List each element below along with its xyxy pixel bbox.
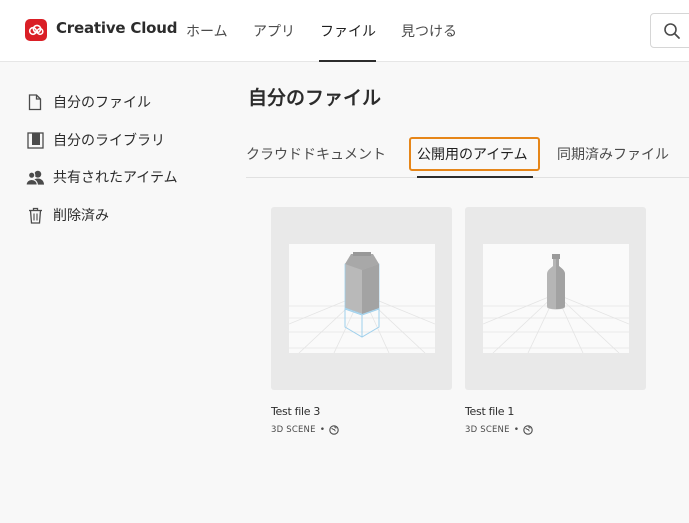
- page-title: 自分のファイル: [248, 87, 382, 109]
- file-meta: 3D SCENE •: [465, 425, 533, 435]
- published-globe-icon: [329, 425, 339, 435]
- nav-apps[interactable]: アプリ: [253, 21, 295, 41]
- meta-separator: •: [513, 425, 520, 435]
- nav-active-indicator: [319, 60, 376, 62]
- file-type: 3D SCENE: [271, 425, 316, 435]
- nav-discover[interactable]: 見つける: [401, 21, 457, 41]
- tab-active-indicator: [417, 176, 533, 178]
- shared-users-icon: [26, 168, 44, 186]
- sidebar-item-deleted[interactable]: 削除済み: [26, 204, 109, 226]
- sidebar-item-label: 自分のライブラリ: [53, 133, 165, 149]
- tab-focus-ring: [409, 137, 540, 171]
- nav-files[interactable]: ファイル: [320, 21, 376, 41]
- document-icon: [26, 93, 44, 111]
- brand-name: Creative Cloud: [56, 19, 178, 37]
- sidebar-item-my-libraries[interactable]: 自分のライブラリ: [26, 129, 165, 151]
- tab-synced-files[interactable]: 同期済みファイル: [557, 144, 669, 164]
- file-name[interactable]: Test file 1: [465, 405, 514, 418]
- search-button[interactable]: [650, 13, 689, 48]
- meta-separator: •: [319, 425, 326, 435]
- nav-home[interactable]: ホーム: [186, 21, 228, 41]
- sidebar-item-label: 共有されたアイテム: [53, 170, 178, 186]
- trash-icon: [26, 206, 44, 224]
- sidebar-item-my-files[interactable]: 自分のファイル: [26, 91, 151, 113]
- top-bar: Creative Cloud ホーム アプリ ファイル 見つける: [0, 0, 689, 62]
- bottle-thumbnail: [483, 244, 629, 353]
- file-type: 3D SCENE: [465, 425, 510, 435]
- creative-cloud-logo-icon[interactable]: [25, 19, 47, 41]
- file-card-test-file-1[interactable]: [465, 207, 646, 390]
- search-icon: [664, 23, 680, 39]
- published-globe-icon: [523, 425, 533, 435]
- file-card-test-file-3[interactable]: [271, 207, 452, 390]
- sidebar-item-shared[interactable]: 共有されたアイテム: [26, 166, 178, 188]
- file-name[interactable]: Test file 3: [271, 405, 320, 418]
- sidebar-item-label: 自分のファイル: [53, 95, 151, 111]
- library-icon: [26, 131, 44, 149]
- file-meta: 3D SCENE •: [271, 425, 339, 435]
- sidebar-item-label: 削除済み: [53, 208, 109, 224]
- milk-carton-thumbnail: [289, 244, 435, 353]
- tab-cloud-documents[interactable]: クラウドドキュメント: [246, 144, 386, 164]
